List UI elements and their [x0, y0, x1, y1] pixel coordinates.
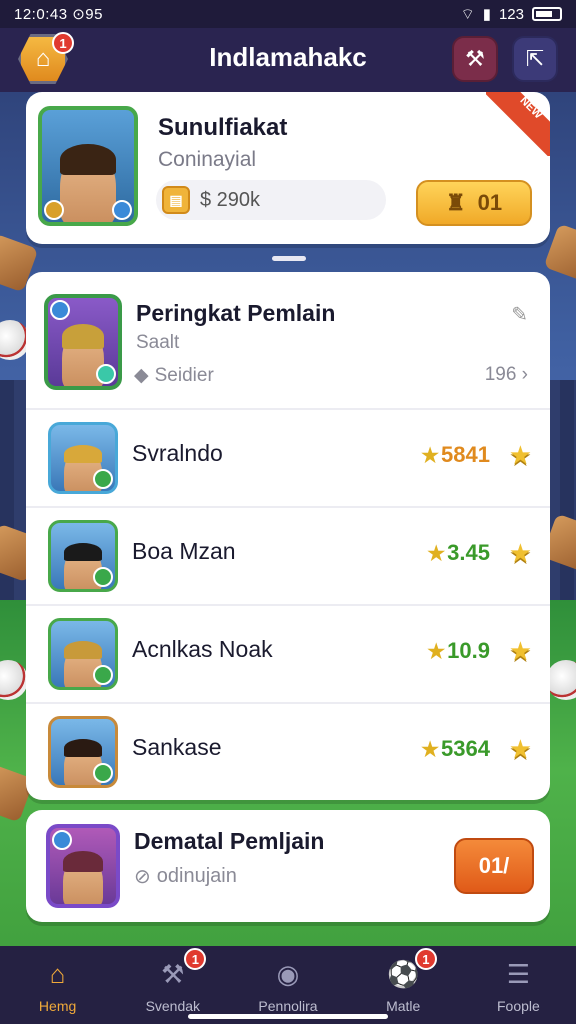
- gold-star-icon[interactable]: ★: [509, 538, 532, 569]
- player-score: ★ 5841: [421, 442, 490, 468]
- level-icon: [112, 200, 132, 220]
- gold-star-icon[interactable]: ★: [509, 440, 532, 471]
- tab-label: Hemg: [38, 998, 77, 1014]
- leaderboard-row[interactable]: Boa Mzan ★ 3.45 ★: [26, 506, 550, 602]
- badge-icon: [50, 300, 70, 320]
- player-avatar: [48, 716, 118, 788]
- check-icon: ⊘: [134, 866, 151, 888]
- share-button[interactable]: ⇱: [512, 36, 558, 82]
- battery-level: 123: [498, 5, 524, 23]
- battery-icon: [532, 7, 562, 21]
- tab-badge: 1: [184, 948, 207, 970]
- player-action-button[interactable]: 01/: [454, 838, 534, 894]
- home-indicator[interactable]: [188, 1014, 388, 1019]
- filter-label: Seidier: [154, 364, 214, 386]
- hammer-button[interactable]: ⚒: [452, 36, 498, 82]
- gold-star-icon[interactable]: ★: [509, 734, 532, 765]
- tab-foople[interactable]: ☰ Foople: [461, 946, 576, 1024]
- hammer-icon: ⚒: [465, 46, 485, 71]
- ribbon-label: NEW: [517, 94, 545, 122]
- wifi-icon: ⌔: [460, 5, 475, 23]
- player-avatar: [48, 422, 118, 494]
- leaderboard-subtitle: Saalt: [136, 332, 180, 353]
- status-icon: [93, 763, 113, 783]
- shield-icon: ◉: [276, 958, 300, 989]
- reward-value: 01: [477, 190, 503, 215]
- tab-badge: 1: [414, 948, 437, 970]
- coin-icon: ▤: [162, 186, 190, 214]
- player-score: ★ 10.9: [427, 638, 490, 664]
- profile-name: Sunulfiakat: [158, 114, 288, 141]
- share-icon: ⇱: [525, 46, 545, 71]
- profile-card: Sunulfiakat Coninayial ▤ $ 290k ♜ 01 NEW: [26, 92, 550, 244]
- home-icon: ⌂: [49, 958, 66, 989]
- player-card-subtitle-text: odinujain: [156, 865, 237, 887]
- new-ribbon: NEW: [486, 92, 550, 156]
- reward-button[interactable]: ♜ 01: [416, 180, 532, 226]
- coin-balance: ▤ $ 290k: [156, 180, 386, 220]
- tab-pennolira[interactable]: ◉ Pennolira: [230, 946, 345, 1024]
- tab-matle[interactable]: ⚽ Matle 1: [346, 946, 461, 1024]
- rank-icon: [44, 200, 64, 220]
- star-icon: ★: [427, 640, 446, 663]
- badge-icon: [52, 830, 72, 850]
- gem-icon: [96, 364, 116, 384]
- tab-bar: ⌂ Hemg ⚒ Svendak 1 ◉ Pennolira ⚽ Matle 1 ☰ Foople: [0, 946, 576, 1024]
- menu-icon: ☰: [506, 958, 531, 989]
- player-score-value: 10.9: [447, 638, 490, 663]
- leaderboard-row[interactable]: Sankase ★ 5364 ★: [26, 702, 550, 798]
- trophy-icon: ♜: [445, 190, 466, 215]
- coin-amount: $ 290k: [200, 188, 261, 211]
- profile-avatar[interactable]: [38, 106, 138, 226]
- profile-subtitle: Coninayial: [158, 148, 257, 171]
- leaderboard-row[interactable]: Svralndo ★ 5841 ★: [26, 408, 550, 504]
- status-icon: [93, 665, 113, 685]
- leaderboard-avatar: [44, 294, 122, 390]
- player-score-value: 3.45: [447, 540, 490, 565]
- leaderboard-row[interactable]: Acnlkas Noak ★ 10.9 ★: [26, 604, 550, 700]
- player-avatar: [48, 618, 118, 690]
- tab-hemg[interactable]: ⌂ Hemg: [0, 946, 115, 1024]
- tab-label: Pennolira: [258, 998, 318, 1014]
- star-icon: ★: [421, 444, 440, 467]
- player-avatar: [48, 520, 118, 592]
- player-card: Dematal Pemljain ⊘ odinujain 01/: [26, 810, 550, 922]
- leaderboard-card: Peringkat Pemlain Saalt ◆ Seidier 196 › …: [26, 272, 550, 800]
- player-score-value: 5841: [441, 442, 490, 467]
- star-icon: ★: [427, 542, 446, 565]
- player-avatar: [46, 824, 120, 908]
- edit-icon[interactable]: ✎: [511, 302, 528, 327]
- player-card-title: Dematal Pemljain: [134, 828, 325, 854]
- status-bar: 12:0:43 ⊙95 ⌔ ▮ 123: [0, 0, 576, 28]
- player-name: Boa Mzan: [132, 538, 236, 564]
- player-score: ★ 5364: [421, 736, 490, 762]
- app-header: ⌂ 1 Indlamahakc ⚒ ⇱: [0, 28, 576, 92]
- signal-icon: ▮: [482, 6, 491, 23]
- leaderboard-title: Peringkat Pemlain: [136, 300, 336, 326]
- star-icon: ★: [421, 738, 440, 761]
- player-score-value: 5364: [441, 736, 490, 761]
- gold-star-icon[interactable]: ★: [509, 636, 532, 667]
- tab-svendak[interactable]: ⚒ Svendak 1: [115, 946, 230, 1024]
- leaderboard-filter[interactable]: ◆ Seidier: [134, 364, 214, 387]
- status-icon: [93, 469, 113, 489]
- player-name: Acnlkas Noak: [132, 636, 273, 662]
- status-icon: [93, 567, 113, 587]
- player-card-subtitle: ⊘ odinujain: [134, 864, 237, 889]
- tab-label: Foople: [497, 998, 540, 1014]
- player-name: Sankase: [132, 734, 222, 760]
- status-time: 12:0:43 ⊙95: [14, 6, 103, 23]
- drag-handle[interactable]: [272, 256, 306, 261]
- player-name: Svralndo: [132, 440, 223, 466]
- tab-label: Matle: [386, 998, 421, 1014]
- tab-label: Svendak: [145, 998, 201, 1014]
- leaderboard-count[interactable]: 196 ›: [485, 364, 528, 386]
- player-score: ★ 3.45: [427, 540, 490, 566]
- tag-icon: ◆: [134, 365, 149, 386]
